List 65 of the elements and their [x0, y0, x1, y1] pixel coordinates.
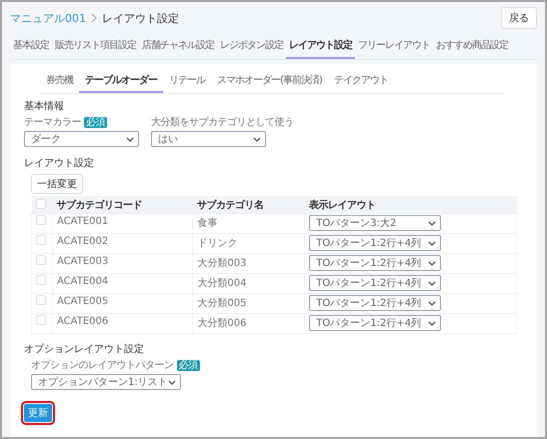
table-cell: ACATE004 — [57, 275, 108, 287]
table-cell: ACATE001 — [57, 215, 108, 227]
column-header: サブカテゴリ名 — [192, 196, 305, 214]
chevron-down-icon — [428, 320, 436, 326]
table-cell: ACATE003 — [57, 255, 108, 267]
checkbox[interactable] — [36, 199, 46, 210]
checkbox[interactable] — [36, 295, 46, 306]
field-label: オプションのレイアウトパターン — [31, 358, 174, 372]
select-field[interactable]: TOパターン3:大2 — [309, 215, 442, 231]
tab[interactable]: フリーレイアウト — [355, 34, 433, 59]
chevron-down-icon — [126, 136, 134, 142]
tab[interactable]: 店舗チャネル設定 — [139, 34, 217, 59]
select-field[interactable]: TOパターン1:2行+4列 — [309, 315, 442, 331]
checkbox[interactable] — [36, 255, 46, 266]
select-field[interactable]: TOパターン1:2行+4列 — [309, 235, 442, 251]
table-cell: ACATE006 — [57, 315, 108, 327]
section-heading: 基本情報 — [24, 100, 65, 113]
select-field[interactable]: TOパターン1:2行+4列 — [309, 255, 442, 271]
chevron-down-icon — [428, 240, 436, 246]
table-cell-text: 大分類005 — [197, 296, 246, 310]
table-cell-text: ドリンク — [197, 237, 238, 250]
sub-tab[interactable]: テイクアウト — [328, 70, 394, 93]
section-heading: レイアウト設定 — [24, 156, 95, 170]
required-badge: 必須 — [84, 116, 107, 128]
table-cell-text: 大分類003 — [197, 256, 246, 270]
chevron-down-icon — [428, 280, 436, 286]
tab[interactable]: レイアウト設定 — [286, 34, 355, 59]
table-cell-text: 大分類006 — [197, 316, 246, 330]
tab[interactable]: レジボタン設定 — [217, 34, 286, 59]
tab[interactable]: 販売リスト項目設定 — [52, 34, 139, 59]
checkbox[interactable] — [36, 215, 46, 226]
chevron-down-icon — [428, 220, 436, 226]
tab[interactable]: おすすめ商品設定 — [433, 34, 511, 59]
checkbox[interactable] — [36, 275, 46, 286]
chevron-right-icon — [91, 13, 97, 23]
table-cell: ACATE002 — [57, 235, 108, 247]
select-field[interactable]: はい — [151, 131, 266, 147]
column-header: サブカテゴリコード — [52, 196, 193, 214]
page-title: レイアウト設定 — [102, 10, 179, 26]
section-heading: オプションレイアウト設定 — [24, 342, 145, 356]
column-header: 表示レイアウト — [304, 196, 516, 214]
sub-tab[interactable]: テーブルオーダー — [79, 70, 163, 93]
chevron-down-icon — [253, 136, 261, 142]
table-cell-text: 食事 — [197, 216, 218, 230]
chevron-down-icon — [428, 260, 436, 266]
sub-tab[interactable]: 券売機 — [40, 70, 79, 93]
checkbox[interactable] — [36, 235, 46, 246]
field-label: テーマカラー — [24, 116, 81, 129]
bulk-change-button[interactable]: 一括変更 — [31, 174, 83, 194]
update-button[interactable]: 更新 — [24, 404, 52, 422]
chevron-down-icon — [168, 380, 176, 384]
checkbox[interactable] — [36, 315, 46, 326]
table-cell: ACATE005 — [57, 295, 108, 307]
sub-tab[interactable]: スマホオーダー(事前決済) — [211, 70, 328, 93]
select-field[interactable]: TOパターン1:2行+4列 — [309, 275, 442, 291]
back-button[interactable]: 戻る — [501, 7, 537, 29]
select-field[interactable]: ダーク — [24, 131, 139, 147]
table-cell-text: 大分類004 — [197, 276, 246, 290]
sub-tab[interactable]: リテール — [163, 70, 211, 93]
tab[interactable]: 基本設定 — [10, 34, 52, 59]
field-label: 大分類をサブカテゴリとして使う — [151, 116, 294, 129]
chevron-down-icon — [428, 300, 436, 306]
select-field[interactable]: オプションパターン1:リスト — [31, 374, 181, 390]
select-field[interactable]: TOパターン1:2行+4列 — [309, 295, 442, 311]
required-badge: 必須 — [176, 360, 200, 370]
